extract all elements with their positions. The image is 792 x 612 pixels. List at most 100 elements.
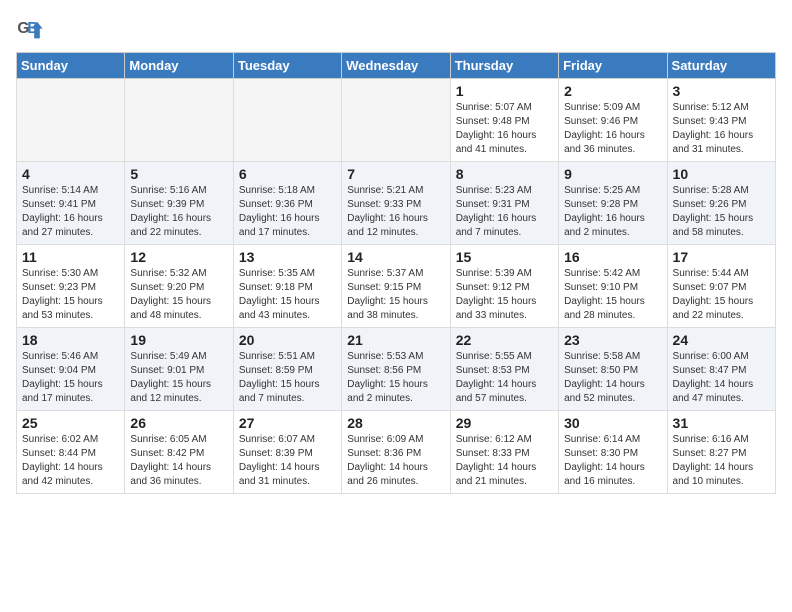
day-info: Sunrise: 5:07 AM Sunset: 9:48 PM Dayligh… (456, 101, 553, 157)
weekday-header-thursday: Thursday (450, 53, 558, 79)
day-info: Sunrise: 5:42 AM Sunset: 9:10 PM Dayligh… (564, 267, 661, 323)
calendar-cell: 18 Sunrise: 5:46 AM Sunset: 9:04 PM Dayli… (17, 328, 125, 411)
calendar-cell: 7 Sunrise: 5:21 AM Sunset: 9:33 PM Daylig… (342, 162, 450, 245)
calendar-cell: 30Sunrise: 6:14 AM Sunset: 8:30 PM Dayli… (559, 411, 667, 494)
day-number: 26 (130, 415, 227, 431)
calendar-cell: 1 Sunrise: 5:07 AM Sunset: 9:48 PM Daylig… (450, 79, 558, 162)
calendar-cell (17, 79, 125, 162)
calendar-cell: 16 Sunrise: 5:42 AM Sunset: 9:10 PM Dayli… (559, 245, 667, 328)
day-number: 17 (673, 249, 770, 265)
day-info: Sunrise: 5:25 AM Sunset: 9:28 PM Dayligh… (564, 184, 661, 240)
day-number: 13 (239, 249, 336, 265)
day-info: Sunrise: 5:23 AM Sunset: 9:31 PM Dayligh… (456, 184, 553, 240)
calendar-cell: 22Sunrise: 5:55 AM Sunset: 8:53 PM Dayli… (450, 328, 558, 411)
day-info: Sunrise: 5:28 AM Sunset: 9:26 PM Dayligh… (673, 184, 770, 240)
day-info: Sunrise: 5:35 AM Sunset: 9:18 PM Dayligh… (239, 267, 336, 323)
day-info: Sunrise: 5:51 AM Sunset: 8:59 PM Dayligh… (239, 350, 336, 406)
day-number: 12 (130, 249, 227, 265)
day-number: 24 (673, 332, 770, 348)
page-header: G B (16, 16, 776, 44)
day-number: 4 (22, 166, 119, 182)
day-info: Sunrise: 5:58 AM Sunset: 8:50 PM Dayligh… (564, 350, 661, 406)
day-number: 6 (239, 166, 336, 182)
calendar-cell: 12Sunrise: 5:32 AM Sunset: 9:20 PM Dayli… (125, 245, 233, 328)
calendar-cell: 28Sunrise: 6:09 AM Sunset: 8:36 PM Dayli… (342, 411, 450, 494)
calendar-cell: 3 Sunrise: 5:12 AM Sunset: 9:43 PM Daylig… (667, 79, 775, 162)
day-info: Sunrise: 5:18 AM Sunset: 9:36 PM Dayligh… (239, 184, 336, 240)
calendar-cell: 10Sunrise: 5:28 AM Sunset: 9:26 PM Dayli… (667, 162, 775, 245)
calendar-cell: 13 Sunrise: 5:35 AM Sunset: 9:18 PM Dayli… (233, 245, 341, 328)
day-number: 7 (347, 166, 444, 182)
logo-icon: G B (16, 16, 44, 44)
calendar-week-5: 25Sunrise: 6:02 AM Sunset: 8:44 PM Dayli… (17, 411, 776, 494)
day-number: 2 (564, 83, 661, 99)
day-info: Sunrise: 5:14 AM Sunset: 9:41 PM Dayligh… (22, 184, 119, 240)
day-info: Sunrise: 5:53 AM Sunset: 8:56 PM Dayligh… (347, 350, 444, 406)
day-number: 31 (673, 415, 770, 431)
day-number: 18 (22, 332, 119, 348)
calendar-cell: 8 Sunrise: 5:23 AM Sunset: 9:31 PM Daylig… (450, 162, 558, 245)
calendar-cell (342, 79, 450, 162)
day-number: 28 (347, 415, 444, 431)
day-info: Sunrise: 6:14 AM Sunset: 8:30 PM Dayligh… (564, 433, 661, 489)
weekday-header-monday: Monday (125, 53, 233, 79)
calendar-cell: 21 Sunrise: 5:53 AM Sunset: 8:56 PM Dayli… (342, 328, 450, 411)
weekday-header-friday: Friday (559, 53, 667, 79)
day-info: Sunrise: 5:09 AM Sunset: 9:46 PM Dayligh… (564, 101, 661, 157)
calendar-cell: 26 Sunrise: 6:05 AM Sunset: 8:42 PM Dayli… (125, 411, 233, 494)
day-number: 23 (564, 332, 661, 348)
day-info: Sunrise: 5:39 AM Sunset: 9:12 PM Dayligh… (456, 267, 553, 323)
weekday-header-saturday: Saturday (667, 53, 775, 79)
day-info: Sunrise: 5:37 AM Sunset: 9:15 PM Dayligh… (347, 267, 444, 323)
day-number: 20 (239, 332, 336, 348)
day-info: Sunrise: 5:44 AM Sunset: 9:07 PM Dayligh… (673, 267, 770, 323)
calendar-week-3: 11 Sunrise: 5:30 AM Sunset: 9:23 PM Dayli… (17, 245, 776, 328)
day-number: 3 (673, 83, 770, 99)
calendar-cell: 27 Sunrise: 6:07 AM Sunset: 8:39 PM Dayli… (233, 411, 341, 494)
day-info: Sunrise: 5:30 AM Sunset: 9:23 PM Dayligh… (22, 267, 119, 323)
logo: G B (16, 16, 48, 44)
day-number: 27 (239, 415, 336, 431)
day-number: 25 (22, 415, 119, 431)
calendar-cell: 6 Sunrise: 5:18 AM Sunset: 9:36 PM Daylig… (233, 162, 341, 245)
calendar-cell: 20 Sunrise: 5:51 AM Sunset: 8:59 PM Dayli… (233, 328, 341, 411)
calendar-cell: 25Sunrise: 6:02 AM Sunset: 8:44 PM Dayli… (17, 411, 125, 494)
day-number: 5 (130, 166, 227, 182)
day-info: Sunrise: 6:16 AM Sunset: 8:27 PM Dayligh… (673, 433, 770, 489)
day-number: 1 (456, 83, 553, 99)
day-info: Sunrise: 6:12 AM Sunset: 8:33 PM Dayligh… (456, 433, 553, 489)
calendar-week-1: 1 Sunrise: 5:07 AM Sunset: 9:48 PM Daylig… (17, 79, 776, 162)
day-info: Sunrise: 6:07 AM Sunset: 8:39 PM Dayligh… (239, 433, 336, 489)
weekday-header-tuesday: Tuesday (233, 53, 341, 79)
calendar-cell: 11 Sunrise: 5:30 AM Sunset: 9:23 PM Dayli… (17, 245, 125, 328)
weekday-header-wednesday: Wednesday (342, 53, 450, 79)
calendar-cell: 17 Sunrise: 5:44 AM Sunset: 9:07 PM Dayli… (667, 245, 775, 328)
calendar-cell: 4 Sunrise: 5:14 AM Sunset: 9:41 PM Daylig… (17, 162, 125, 245)
day-number: 8 (456, 166, 553, 182)
day-info: Sunrise: 5:12 AM Sunset: 9:43 PM Dayligh… (673, 101, 770, 157)
calendar-cell: 5Sunrise: 5:16 AM Sunset: 9:39 PM Daylig… (125, 162, 233, 245)
day-info: Sunrise: 5:21 AM Sunset: 9:33 PM Dayligh… (347, 184, 444, 240)
day-number: 21 (347, 332, 444, 348)
calendar-table: SundayMondayTuesdayWednesdayThursdayFrid… (16, 52, 776, 494)
day-number: 15 (456, 249, 553, 265)
day-info: Sunrise: 6:05 AM Sunset: 8:42 PM Dayligh… (130, 433, 227, 489)
day-number: 16 (564, 249, 661, 265)
calendar-cell (233, 79, 341, 162)
day-info: Sunrise: 5:46 AM Sunset: 9:04 PM Dayligh… (22, 350, 119, 406)
calendar-cell: 2 Sunrise: 5:09 AM Sunset: 9:46 PM Daylig… (559, 79, 667, 162)
calendar-week-2: 4 Sunrise: 5:14 AM Sunset: 9:41 PM Daylig… (17, 162, 776, 245)
day-number: 22 (456, 332, 553, 348)
day-number: 14 (347, 249, 444, 265)
calendar-cell: 29Sunrise: 6:12 AM Sunset: 8:33 PM Dayli… (450, 411, 558, 494)
day-number: 9 (564, 166, 661, 182)
calendar-cell: 19 Sunrise: 5:49 AM Sunset: 9:01 PM Dayli… (125, 328, 233, 411)
day-info: Sunrise: 5:49 AM Sunset: 9:01 PM Dayligh… (130, 350, 227, 406)
weekday-header-sunday: Sunday (17, 53, 125, 79)
calendar-cell: 15 Sunrise: 5:39 AM Sunset: 9:12 PM Dayli… (450, 245, 558, 328)
day-number: 19 (130, 332, 227, 348)
calendar-cell: 9 Sunrise: 5:25 AM Sunset: 9:28 PM Daylig… (559, 162, 667, 245)
day-info: Sunrise: 6:00 AM Sunset: 8:47 PM Dayligh… (673, 350, 770, 406)
day-number: 11 (22, 249, 119, 265)
calendar-cell: 23 Sunrise: 5:58 AM Sunset: 8:50 PM Dayli… (559, 328, 667, 411)
